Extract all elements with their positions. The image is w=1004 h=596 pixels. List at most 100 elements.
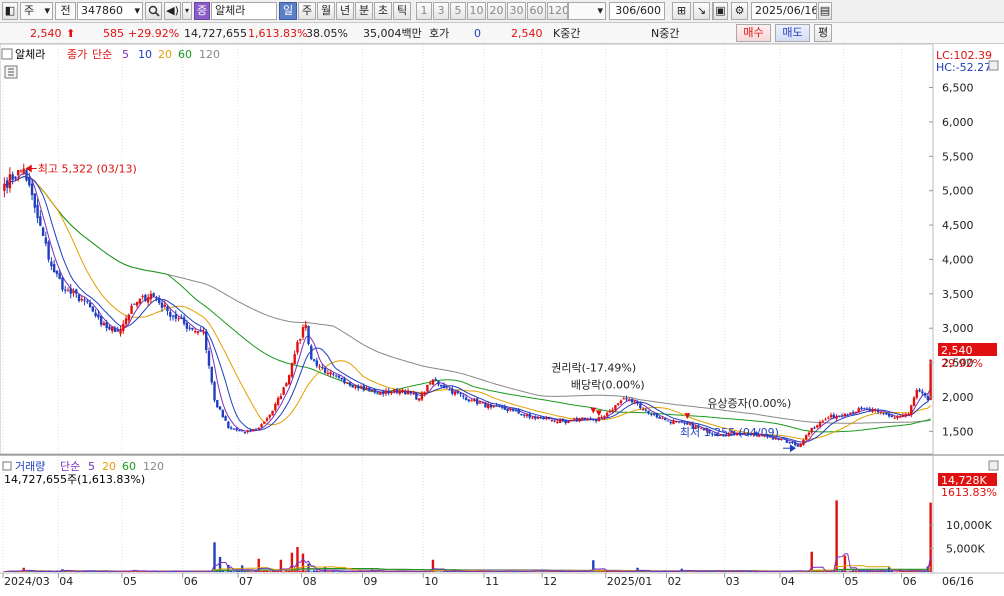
candle-body: [799, 443, 802, 447]
candle-body: [688, 423, 692, 425]
interval-tab-20[interactable]: 20: [487, 2, 506, 20]
candle-body: [470, 400, 473, 402]
candle-body: [381, 391, 385, 395]
candle-body: [835, 415, 838, 419]
volume-bar: [260, 570, 263, 572]
candle-body: [622, 398, 625, 400]
candle-body: [644, 409, 648, 411]
volume-bar: [263, 570, 266, 572]
candle-body: [793, 442, 797, 446]
candle-body: [686, 422, 689, 425]
candle-body: [180, 317, 183, 319]
candle-body: [628, 399, 631, 401]
volume-bar: [329, 571, 332, 572]
candle-body: [370, 390, 374, 392]
window-menu-icon[interactable]: ◧: [2, 2, 18, 20]
month-label: 04: [59, 575, 73, 588]
month-label: 12: [543, 575, 557, 588]
interval-tab-30[interactable]: 30: [507, 2, 526, 20]
candle-body: [384, 390, 388, 394]
volume-bar: [611, 571, 614, 572]
interval-tab-1[interactable]: 1: [416, 2, 432, 20]
volume-bar: [838, 571, 841, 572]
stock-name-field[interactable]: 알체라: [211, 2, 277, 20]
month-label: 10: [424, 575, 438, 588]
candle-body: [299, 339, 302, 341]
calendar-icon[interactable]: ▤: [818, 2, 832, 20]
interval-tab-10[interactable]: 10: [467, 2, 486, 20]
interval-tab-120[interactable]: 120: [547, 2, 568, 20]
period-tab-3[interactable]: 월: [317, 2, 335, 20]
candle-body: [456, 390, 460, 393]
hoga-price: 2,540: [511, 27, 543, 40]
volume-bar: [293, 570, 296, 572]
candle-body: [276, 398, 280, 405]
period-tab-4[interactable]: 년: [336, 2, 354, 20]
sell-button[interactable]: 매도: [775, 24, 810, 42]
candle-body: [58, 273, 61, 279]
turnover-rate: 38.05%: [306, 27, 348, 40]
period-tab-6[interactable]: 초: [374, 2, 392, 20]
data-count-field[interactable]: 306/600: [609, 2, 665, 20]
speaker-dropdown-icon[interactable]: ▾: [182, 2, 192, 20]
candle-body: [531, 417, 534, 419]
month-label: 2025/01: [607, 575, 653, 588]
candle-body: [487, 404, 490, 409]
candle-body: [99, 315, 103, 325]
legend-toggle-icon[interactable]: [1, 48, 13, 60]
candle-body: [227, 421, 230, 428]
candle-body: [846, 414, 849, 416]
volume-legend-toggle-icon[interactable]: [2, 461, 12, 471]
candle-body: [782, 438, 786, 440]
candle-body: [135, 301, 139, 306]
candle-body: [434, 378, 437, 381]
month-label: 04: [781, 575, 795, 588]
candle-body: [285, 383, 288, 387]
price-legend-series: 종가: [67, 48, 87, 61]
price-tick-label: 6,500: [942, 82, 974, 95]
volume-bar: [381, 571, 385, 573]
period-tab-5[interactable]: 분: [355, 2, 373, 20]
candle-body: [102, 322, 106, 326]
candle-body: [437, 381, 440, 385]
candle-body: [348, 382, 352, 386]
market-type-select[interactable]: 주 ▾: [20, 2, 53, 20]
volume-bar: [854, 570, 858, 572]
period-tab-7[interactable]: 틱: [393, 2, 411, 20]
interval-tab-60[interactable]: 60: [527, 2, 546, 20]
candle-body: [904, 413, 907, 416]
period-mode-button[interactable]: 전: [55, 2, 76, 20]
candle-body: [824, 419, 827, 421]
candle-body: [108, 326, 111, 330]
candle-body: [810, 427, 813, 433]
interval-custom-select[interactable]: ▾: [568, 2, 606, 20]
chart-tools-icon[interactable]: ⊞: [672, 2, 691, 20]
speaker-icon[interactable]: ◀): [164, 2, 181, 20]
volume-bar: [285, 570, 288, 572]
candle-body: [401, 390, 404, 392]
date-field[interactable]: 2025/06/16: [751, 2, 817, 20]
average-button[interactable]: 평: [814, 24, 832, 42]
candle-body: [312, 359, 316, 361]
candle-body: [133, 303, 136, 305]
candle-body: [191, 327, 194, 330]
buy-button[interactable]: 매수: [736, 24, 771, 42]
candle-body: [428, 383, 432, 385]
candle-body: [301, 327, 305, 338]
period-tab-2[interactable]: 주: [298, 2, 316, 20]
period-tab-1[interactable]: 일: [279, 2, 297, 20]
stock-code-input[interactable]: 347860 ▾: [77, 2, 143, 20]
gear-icon[interactable]: ⚙: [731, 2, 748, 20]
ma120-legend: 120: [199, 48, 220, 61]
month-label: 09: [363, 575, 377, 588]
month-label: 02: [668, 575, 682, 588]
interval-tab-5[interactable]: 5: [450, 2, 466, 20]
price-pane-collapse-icon[interactable]: [988, 60, 999, 71]
candle-body: [260, 424, 263, 428]
search-icon[interactable]: [145, 2, 162, 20]
draw-tools-icon[interactable]: ↘: [693, 2, 710, 20]
candle-body: [177, 318, 180, 320]
interval-tab-3[interactable]: 3: [433, 2, 449, 20]
volume-pane-collapse-icon[interactable]: [988, 460, 999, 471]
save-icon[interactable]: ▣: [713, 2, 728, 20]
